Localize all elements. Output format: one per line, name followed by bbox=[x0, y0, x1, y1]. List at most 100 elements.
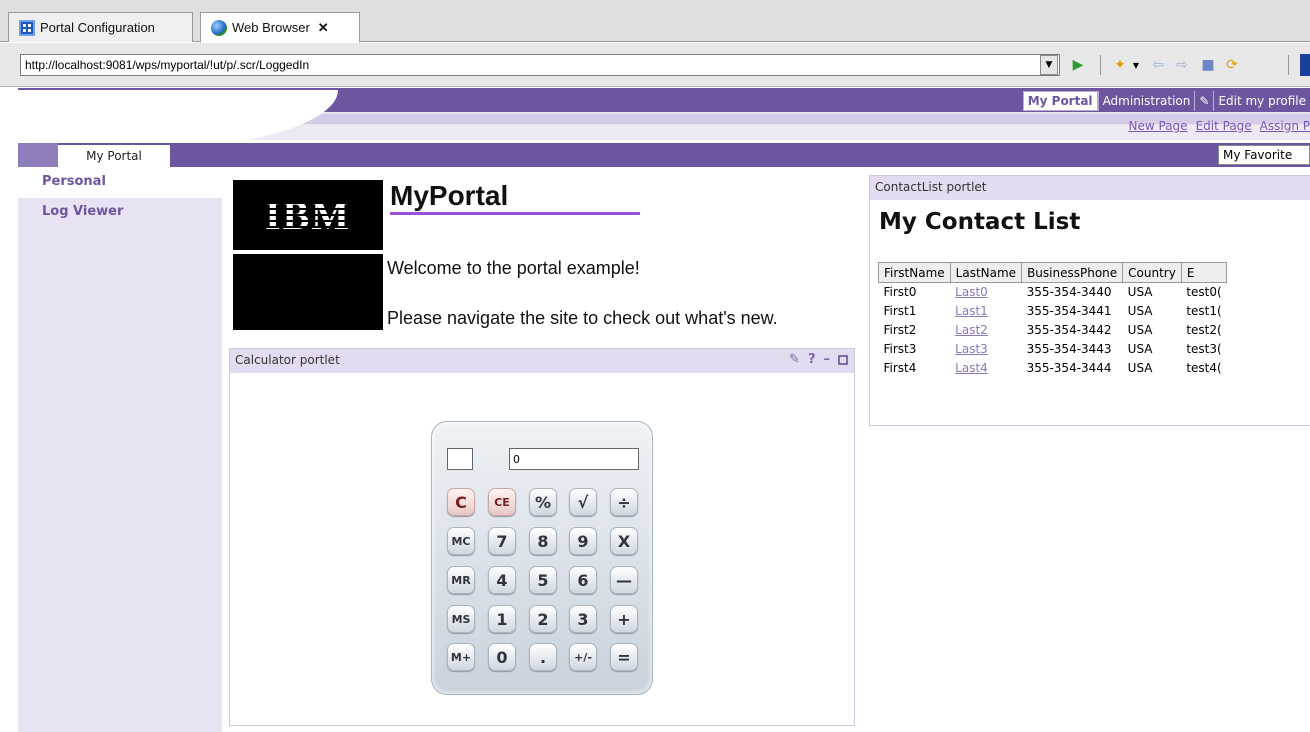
key-digit-5-button[interactable]: 5 bbox=[529, 566, 557, 594]
calculator-display: 0 bbox=[509, 448, 639, 470]
key-digit-6-button[interactable]: 6 bbox=[569, 566, 597, 594]
table-cell: test1( bbox=[1186, 304, 1222, 318]
refresh-icon[interactable]: ⟳ bbox=[1222, 56, 1242, 74]
key-digit-4-button[interactable]: 4 bbox=[488, 566, 516, 594]
toolbar-separator bbox=[1100, 55, 1101, 75]
minimize-icon[interactable]: – bbox=[824, 352, 831, 367]
title-underline bbox=[390, 212, 640, 215]
last-name-link[interactable]: Last4 bbox=[955, 361, 988, 375]
go-icon[interactable]: ▶ bbox=[1068, 56, 1088, 74]
favorites-icon[interactable]: ✦ bbox=[1110, 56, 1130, 74]
table-cell: 355-354-3443 bbox=[1026, 342, 1112, 356]
key-memory-recall-button[interactable]: MR bbox=[447, 566, 475, 594]
table-cell: First4 bbox=[883, 361, 917, 375]
url-dropdown-icon[interactable]: ▼ bbox=[1040, 55, 1058, 75]
table-cell: USA bbox=[1127, 361, 1153, 375]
key-clear-entry-button[interactable]: CE bbox=[488, 488, 516, 516]
help-icon[interactable]: ? bbox=[808, 352, 816, 367]
stop-icon[interactable]: ■ bbox=[1198, 56, 1218, 74]
table-cell: Last4 bbox=[950, 359, 1021, 378]
tab-web-browser[interactable]: Web Browser ✕ bbox=[200, 12, 360, 43]
contact-table: FirstName LastName BusinessPhone Country E F… bbox=[878, 262, 1228, 378]
table-cell: First0 bbox=[883, 285, 917, 300]
table-cell: USA bbox=[1127, 304, 1153, 318]
favorites-select[interactable]: My Favorite bbox=[1218, 145, 1310, 165]
navigate-message: Please navigate the site to check out wh… bbox=[387, 308, 778, 328]
page-tab-bar: My Portal My Favorite bbox=[18, 143, 1310, 167]
key-sqrt-button[interactable]: √ bbox=[569, 488, 597, 516]
nav-administration[interactable]: Administration bbox=[1097, 91, 1195, 111]
globe-icon bbox=[211, 19, 227, 36]
toolbar-overflow-icon[interactable] bbox=[1300, 54, 1310, 76]
key-digit-9-button[interactable]: 9 bbox=[569, 527, 597, 555]
table-cell: test4( bbox=[1186, 361, 1222, 375]
back-icon[interactable]: ⇦ bbox=[1148, 56, 1168, 74]
table-row: First2 Last2 355-354-3442 USA test2( bbox=[879, 321, 1227, 340]
welcome-message: Welcome to the portal example! bbox=[387, 258, 640, 278]
key-decimal-button[interactable]: . bbox=[529, 643, 557, 671]
ibm-logo: IBM bbox=[233, 180, 383, 250]
portlet-header: Calculator portlet ✎ ? – bbox=[230, 349, 854, 373]
last-name-link[interactable]: Last1 bbox=[955, 304, 988, 318]
portlet-controls: ✎ ? – bbox=[789, 352, 848, 367]
portlet-header: ContactList portlet bbox=[870, 176, 1310, 200]
key-memory-add-button[interactable]: M+ bbox=[447, 643, 475, 671]
table-cell: 355-354-3441 bbox=[1026, 304, 1112, 318]
editor-tab-bar: Portal Configuration Web Browser ✕ bbox=[0, 0, 1310, 43]
url-field[interactable]: http://localhost:9081/wps/myportal/!ut/p… bbox=[20, 54, 1060, 76]
table-row: First0 Last0 355-354-3440 USA test0( bbox=[879, 283, 1227, 302]
calculator-portlet: Calculator portlet ✎ ? – 0 C CE% √ ÷ MC 7 8 9 X M… bbox=[229, 348, 855, 726]
key-digit-7-button[interactable]: 7 bbox=[488, 527, 516, 555]
key-digit-0-button[interactable]: 0 bbox=[488, 643, 516, 671]
edit-icon[interactable]: ✎ bbox=[789, 352, 800, 367]
key-equals-button[interactable]: = bbox=[610, 643, 638, 671]
last-name-link[interactable]: Last2 bbox=[955, 323, 988, 337]
assign-permissions-link[interactable]: Assign P bbox=[1260, 119, 1310, 133]
key-clear-button[interactable]: C bbox=[447, 488, 475, 516]
logo-text: IBM bbox=[265, 192, 351, 238]
key-memory-clear-button[interactable]: MC bbox=[447, 527, 475, 555]
memory-indicator bbox=[447, 448, 473, 470]
wrench-icon[interactable]: ✎ bbox=[1194, 91, 1213, 111]
key-digit-1-button[interactable]: 1 bbox=[488, 605, 516, 633]
calculator: 0 C CE% √ ÷ MC 7 8 9 X MR 4 5 6 — MS 1 2 3 + M+ 0. +/- = bbox=[431, 421, 653, 695]
page-actions: New Page Edit Page Assign P bbox=[1129, 119, 1310, 133]
table-row: First1 Last1 355-354-3441 USA test1( bbox=[879, 302, 1227, 321]
column-header: E bbox=[1180, 262, 1228, 283]
forward-icon[interactable]: ⇨ bbox=[1172, 56, 1192, 74]
key-digit-8-button[interactable]: 8 bbox=[529, 527, 557, 555]
contact-list-portlet: ContactList portlet My Contact List Firs… bbox=[869, 175, 1310, 426]
key-digit-2-button[interactable]: 2 bbox=[529, 605, 557, 633]
tab-portal-configuration[interactable]: Portal Configuration bbox=[8, 12, 193, 42]
browser-toolbar: http://localhost:9081/wps/myportal/!ut/p… bbox=[0, 43, 1310, 87]
nav-edit-profile[interactable]: Edit my profile bbox=[1213, 91, 1310, 111]
portal-config-icon bbox=[19, 19, 35, 36]
column-header: BusinessPhone bbox=[1021, 262, 1124, 283]
table-cell: 355-354-3444 bbox=[1026, 361, 1112, 375]
key-sign-button[interactable]: +/- bbox=[569, 643, 597, 671]
last-name-link[interactable]: Last3 bbox=[955, 342, 988, 356]
chevron-down-icon[interactable]: ▼ bbox=[1130, 56, 1142, 74]
key-subtract-button[interactable]: — bbox=[610, 566, 638, 594]
last-name-link[interactable]: Last0 bbox=[955, 285, 988, 299]
tab-my-portal[interactable]: My Portal bbox=[58, 145, 170, 167]
key-multiply-button[interactable]: X bbox=[610, 527, 638, 555]
close-icon[interactable]: ✕ bbox=[318, 20, 329, 36]
edit-page-link[interactable]: Edit Page bbox=[1196, 119, 1252, 133]
table-cell: test2( bbox=[1186, 323, 1222, 337]
table-cell: 355-354-3440 bbox=[1026, 285, 1112, 300]
table-cell: First3 bbox=[883, 342, 917, 356]
contact-list-title: My Contact List bbox=[879, 209, 1081, 235]
key-digit-3-button[interactable]: 3 bbox=[569, 605, 597, 633]
key-percent-button[interactable]: % bbox=[529, 488, 557, 516]
new-page-link[interactable]: New Page bbox=[1129, 119, 1188, 133]
key-memory-store-button[interactable]: MS bbox=[447, 605, 475, 633]
table-cell: Last2 bbox=[950, 321, 1021, 340]
nav-my-portal[interactable]: My Portal bbox=[1022, 91, 1098, 111]
nav-item-personal[interactable]: Personal bbox=[18, 170, 222, 198]
page-title: MyPortal bbox=[390, 180, 509, 211]
maximize-icon[interactable] bbox=[838, 355, 848, 365]
nav-item-log-viewer[interactable]: Log Viewer bbox=[18, 200, 222, 228]
key-divide-button[interactable]: ÷ bbox=[610, 488, 638, 516]
key-add-button[interactable]: + bbox=[610, 605, 638, 633]
